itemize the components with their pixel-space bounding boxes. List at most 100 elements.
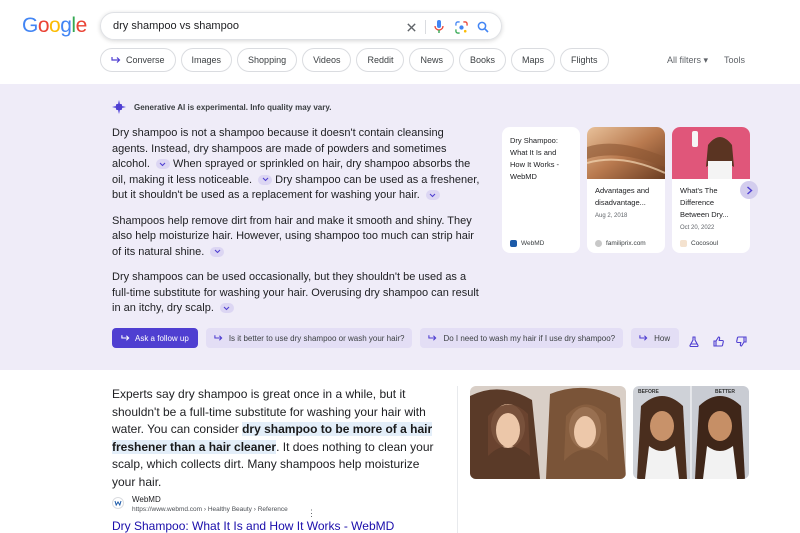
logo-letter: e [75, 14, 88, 37]
card-title: Dry Shampoo: What It Is and How It Works… [510, 136, 560, 181]
webmd-favicon-icon [510, 240, 517, 247]
chip-label: Flights [571, 55, 598, 65]
image-label: BEFORE [638, 389, 659, 395]
ai-answer: Dry shampoo is not a shampoo because it … [112, 126, 482, 327]
dropdown-arrow-icon: ▾ [703, 55, 709, 65]
webmd-favicon-icon [112, 497, 124, 509]
chip-shopping[interactable]: Shopping [237, 48, 298, 72]
chip-converse[interactable]: Converse [100, 48, 176, 72]
source-cards: Dry Shampoo: What It Is and How It Works… [502, 127, 750, 253]
card-image [587, 127, 665, 179]
chip-images[interactable]: Images [180, 48, 233, 72]
card-source-name: familiprix.com [606, 240, 646, 247]
source-url: https://www.webmd.com › Healthy Beauty ›… [132, 506, 288, 513]
ask-follow-up-button[interactable]: Ask a follow up [112, 328, 198, 348]
chip-label: Books [469, 55, 495, 65]
follow-up-label: Ask a follow up [135, 333, 189, 343]
chip-label: News [420, 55, 443, 65]
chip-label: Videos [313, 55, 341, 65]
chip-books[interactable]: Books [458, 48, 506, 72]
next-cards-button[interactable] [740, 181, 758, 199]
gemini-sparkle-icon [112, 100, 126, 114]
chip-news[interactable]: News [409, 48, 454, 72]
search-icon[interactable] [475, 19, 491, 35]
source-card[interactable]: What's The Difference Between Dry... Oct… [672, 127, 750, 253]
chip-videos[interactable]: Videos [302, 48, 352, 72]
chevron-down-icon[interactable] [210, 246, 225, 257]
chevron-down-icon[interactable] [219, 303, 234, 314]
clear-icon[interactable] [403, 19, 419, 35]
suggestion-label: Is it better to use dry shampoo or wash … [228, 333, 405, 343]
ai-paragraph: Shampoos help remove dirt from hair and … [112, 214, 482, 261]
chip-label: Shopping [248, 55, 287, 65]
suggested-question[interactable]: How [631, 328, 680, 348]
google-logo[interactable]: Google [22, 14, 87, 38]
chip-maps[interactable]: Maps [511, 48, 556, 72]
all-filters-label: All filters [667, 55, 702, 65]
source-card[interactable]: Dry Shampoo: What It Is and How It Works… [502, 127, 580, 253]
follow-up-bar: Ask a follow up Is it better to use dry … [112, 328, 680, 348]
card-date: Oct 20, 2022 [680, 225, 715, 231]
source-name: WebMD [132, 495, 161, 504]
snippet-image[interactable]: BEFORE BETTER [633, 386, 749, 479]
follow-up-arrow-icon [214, 335, 223, 341]
cocosoul-favicon-icon [680, 240, 687, 247]
ai-paragraph: Dry shampoo is not a shampoo because it … [112, 126, 482, 204]
card-title: Advantages and disadvantage... [595, 186, 650, 207]
tools-button[interactable]: Tools [724, 55, 745, 65]
card-source-name: WebMD [521, 240, 545, 247]
chip-label: Images [191, 55, 222, 65]
chip-label: Converse [126, 55, 165, 65]
card-date: Aug 2, 2018 [595, 213, 628, 219]
follow-up-arrow-icon [121, 335, 130, 341]
ai-notice: Generative AI is experimental. Info qual… [112, 100, 331, 114]
thumbs-up-icon[interactable] [712, 335, 724, 347]
logo-letter: G [22, 14, 38, 37]
labs-flask-icon[interactable] [688, 335, 700, 347]
chevron-down-icon[interactable] [425, 190, 440, 201]
card-image [672, 127, 750, 179]
divider [425, 20, 426, 34]
card-source-name: Cocosoul [691, 240, 719, 247]
all-filters-button[interactable]: All filters ▾ [667, 55, 708, 66]
microphone-icon[interactable] [431, 19, 447, 35]
suggested-question[interactable]: Do I need to wash my hair if I use dry s… [420, 328, 624, 348]
suggestion-label: Do I need to wash my hair if I use dry s… [443, 333, 616, 343]
ai-notice-text: Generative AI is experimental. Info qual… [134, 102, 332, 112]
card-title: What's The Difference Between Dry... [680, 186, 729, 219]
logo-letter: g [60, 14, 72, 37]
chip-flights[interactable]: Flights [560, 48, 609, 72]
ai-overview: Generative AI is experimental. Info qual… [0, 84, 800, 370]
ai-paragraph: Dry shampoos can be used occasionally, b… [112, 270, 482, 317]
chip-label: Reddit [367, 55, 394, 65]
search-input[interactable] [113, 20, 393, 32]
thumbs-down-icon[interactable] [735, 335, 747, 347]
divider [457, 386, 458, 533]
search-box [100, 12, 502, 40]
source-card[interactable]: Advantages and disadvantage... Aug 2, 20… [587, 127, 665, 253]
ai-text: Dry shampoos can be used occasionally, b… [112, 271, 479, 314]
chip-reddit[interactable]: Reddit [356, 48, 405, 72]
result-source[interactable]: WebMD https://www.webmd.com › Healthy Be… [112, 495, 288, 513]
featured-snippet: Experts say dry shampoo is great once in… [112, 386, 442, 491]
image-label: BETTER [715, 389, 735, 395]
chip-label: Maps [522, 55, 545, 65]
ai-text: Shampoos help remove dirt from hair and … [112, 214, 474, 258]
familiprix-favicon-icon [595, 240, 602, 247]
converse-arrow-icon [111, 57, 121, 63]
chevron-down-icon[interactable] [155, 159, 170, 170]
logo-letter: o [49, 14, 61, 37]
suggestion-label: How [654, 333, 671, 343]
result-title-link[interactable]: Dry Shampoo: What It Is and How It Works… [112, 519, 394, 533]
snippet-image[interactable] [470, 386, 626, 479]
more-options-icon[interactable]: ⋮ [307, 508, 316, 519]
suggested-question[interactable]: Is it better to use dry shampoo or wash … [205, 328, 413, 348]
card-source: familiprix.com [595, 240, 646, 247]
logo-letter: o [37, 14, 50, 37]
chevron-right-icon [746, 185, 753, 195]
card-source: WebMD [510, 240, 544, 247]
card-source: Cocosoul [680, 240, 718, 247]
follow-up-arrow-icon [428, 335, 437, 341]
lens-icon[interactable] [453, 19, 469, 35]
chevron-down-icon[interactable] [258, 174, 273, 185]
